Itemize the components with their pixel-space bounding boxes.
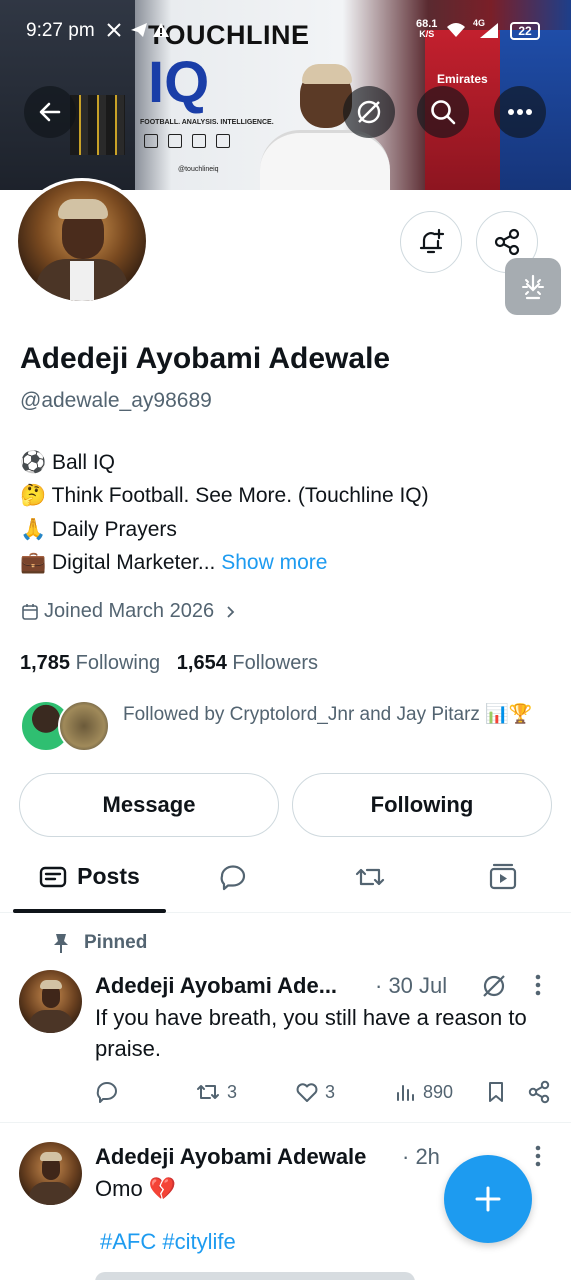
grok-floating-button[interactable]	[505, 258, 561, 315]
tab-active-indicator	[13, 909, 166, 913]
share-icon	[494, 228, 520, 256]
post-author-avatar[interactable]	[19, 970, 82, 1033]
calendar-icon	[22, 603, 38, 620]
followed-by[interactable]: Followed by Cryptolord_Jnr and Jay Pitar…	[20, 700, 560, 754]
post-item[interactable]: Adedeji Ayobami Ade... · 30 Jul If you h…	[0, 965, 571, 1125]
post-divider	[0, 1122, 571, 1123]
tab-posts[interactable]: Posts	[13, 840, 166, 913]
compose-button[interactable]	[444, 1155, 532, 1243]
views-action[interactable]: 890	[395, 1077, 453, 1107]
post-time: · 2h	[402, 1144, 440, 1169]
posts-icon	[39, 866, 67, 887]
following-stat[interactable]: 1,785 Following	[20, 652, 160, 674]
post-author-name[interactable]: Adedeji Ayobami Ade...	[95, 973, 337, 999]
like-count: 3	[325, 1081, 336, 1102]
battery-indicator: 22	[510, 22, 540, 40]
post-more-icon[interactable]	[534, 973, 542, 1002]
search-icon	[431, 100, 456, 125]
grok-banner-button[interactable]	[343, 86, 395, 138]
heart-icon	[296, 1083, 318, 1102]
status-time: 9:27 pm	[26, 20, 95, 41]
reply-icon	[220, 864, 246, 890]
notify-button[interactable]	[400, 211, 462, 273]
pin-icon	[54, 934, 68, 953]
banner-brand-icons	[144, 134, 230, 148]
bio-line: 🙏 Daily Prayers	[20, 517, 177, 541]
search-button[interactable]	[417, 86, 469, 138]
repost-count: 3	[227, 1081, 238, 1102]
avatar-image	[18, 181, 146, 301]
sparkle-download-icon	[522, 274, 544, 299]
share-icon	[528, 1080, 550, 1104]
banner-jersey-sponsor: Emirates	[437, 72, 488, 86]
banner-social-handle: @touchlineiq	[178, 166, 219, 173]
bio-line: 🤔 Think Football. See More. (Touchline I…	[20, 484, 429, 508]
views-count: 890	[423, 1081, 454, 1102]
grok-icon	[357, 100, 381, 124]
bio-line: 💼 Digital Marketer... Show more	[20, 551, 328, 575]
tab-posts-label: Posts	[77, 863, 140, 889]
tab-reposts[interactable]	[333, 840, 407, 913]
share-action[interactable]	[527, 1077, 551, 1107]
bell-plus-icon	[419, 228, 445, 254]
bio-line: ⚽ Ball IQ	[20, 451, 116, 474]
following-button[interactable]: Following	[292, 773, 552, 837]
followers-stat[interactable]: 1,654 Followers	[177, 652, 318, 674]
profile-name: Adedeji Ayobami Adewale	[20, 342, 391, 375]
profile-tabs: Posts	[0, 840, 571, 913]
repost-icon	[197, 1085, 219, 1099]
bookmark-icon	[489, 1082, 503, 1102]
post-time: · 30 Jul	[375, 973, 448, 998]
show-more-link[interactable]: Show more	[221, 551, 327, 574]
media-preview-edge[interactable]	[95, 1272, 415, 1280]
pinned-text: Pinned	[84, 932, 148, 953]
more-icon	[508, 109, 532, 115]
more-options-button[interactable]	[494, 86, 546, 138]
x-app-icon	[106, 20, 122, 40]
joined-date[interactable]: Joined March 2026	[20, 600, 240, 623]
like-action[interactable]: 3	[295, 1077, 335, 1107]
profile-avatar[interactable]	[14, 178, 150, 304]
tab-replies[interactable]	[196, 840, 270, 913]
post-more-icon[interactable]	[534, 1144, 542, 1173]
net-speed: 68.1 K/S	[416, 18, 438, 40]
arrow-left-icon	[39, 102, 61, 122]
grok-post-icon[interactable]	[480, 972, 508, 1005]
bookmark-action[interactable]	[485, 1077, 507, 1107]
back-button[interactable]	[24, 86, 76, 138]
reply-icon	[96, 1082, 117, 1103]
alert-icon	[152, 20, 170, 40]
plus-icon	[475, 1186, 501, 1212]
views-icon	[397, 1085, 414, 1101]
banner-brand-logo: IQ	[148, 50, 210, 115]
video-icon	[489, 863, 517, 889]
status-bar: 9:27 pm 68.1 K/S 4G 22	[0, 14, 571, 50]
tab-media[interactable]	[466, 840, 540, 913]
repost-action[interactable]: 3	[195, 1077, 237, 1107]
followed-by-text: Followed by Cryptolord_Jnr and Jay Pitar…	[123, 704, 533, 725]
profile-handle: @adewale_ay98689	[20, 389, 212, 412]
telegram-icon	[130, 20, 148, 40]
post-actions: 3 3 890	[95, 1077, 555, 1107]
net-speed-value: 68.1	[416, 18, 438, 30]
follower-avatar	[58, 700, 110, 752]
chevron-right-icon	[227, 605, 235, 618]
repost-icon	[355, 868, 385, 885]
reply-action[interactable]	[95, 1077, 125, 1107]
joined-text: Joined March 2026	[44, 600, 215, 622]
message-button[interactable]: Message	[19, 773, 279, 837]
pinned-label: Pinned	[52, 932, 147, 954]
banner-books	[70, 95, 125, 155]
wifi-icon	[446, 20, 466, 40]
post-text: If you have breath, you still have a rea…	[95, 1005, 527, 1061]
net-speed-unit: K/S	[419, 29, 435, 39]
post-author-avatar[interactable]	[19, 1142, 82, 1205]
post-hashtags[interactable]: #AFC #citylife	[100, 1229, 236, 1255]
signal-icon	[478, 20, 500, 40]
follow-stats: 1,785 Following 1,654 Followers	[20, 652, 318, 675]
post-author-name[interactable]: Adedeji Ayobami Adewale	[95, 1144, 366, 1170]
profile-bio: ⚽ Ball IQ 🤔 Think Football. See More. (T…	[20, 446, 429, 580]
